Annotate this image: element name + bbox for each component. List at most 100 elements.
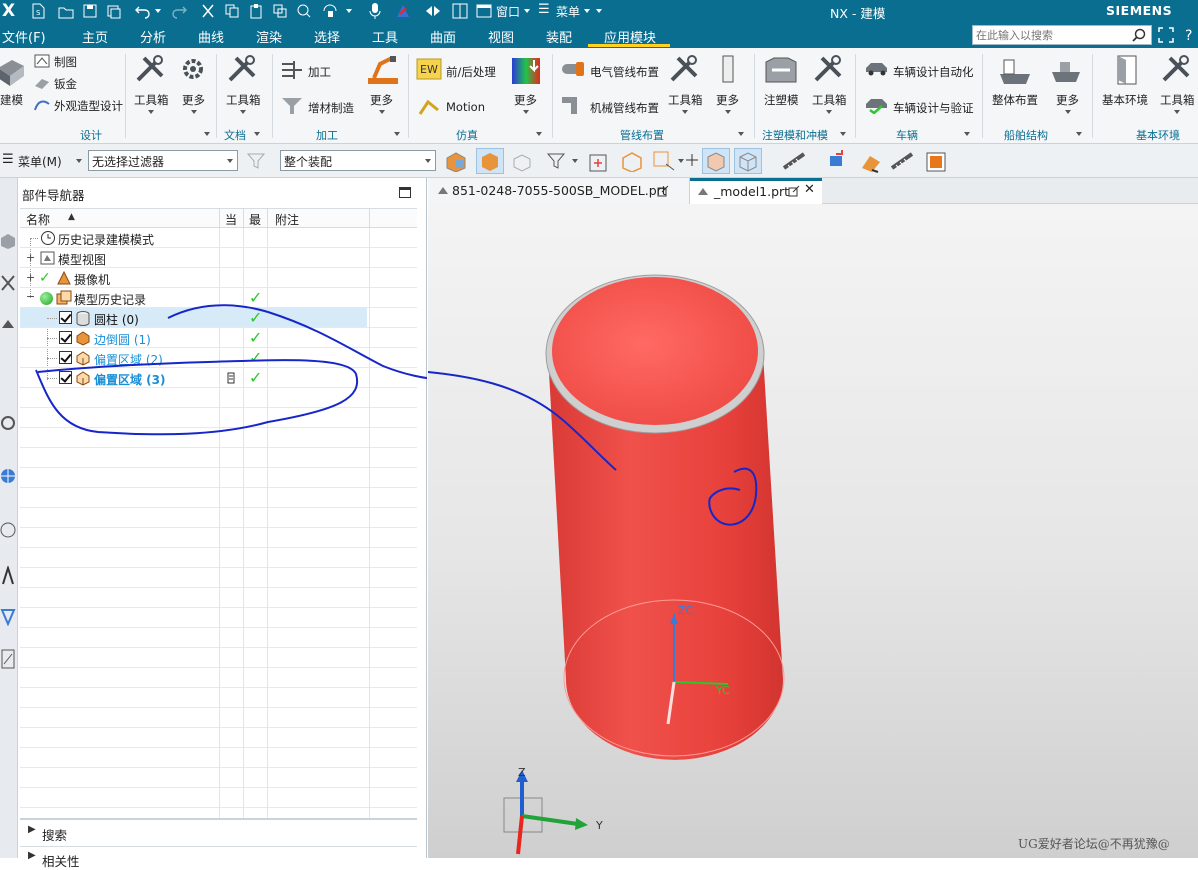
toolbox-1-dropdown[interactable] (148, 110, 154, 114)
select-feature-icon[interactable] (444, 150, 470, 172)
duplicate-icon[interactable] (272, 3, 288, 19)
tree-row-edge-blend[interactable]: 边倒圆 (1) ✓ (20, 328, 417, 348)
group-doc-dropdown[interactable] (254, 132, 260, 136)
more-1-dropdown[interactable] (191, 110, 197, 114)
model-canvas[interactable]: ZC YC Z Y UG爱好者论坛@不再犹豫@ (428, 204, 1198, 858)
tree-row-cylinder[interactable]: 圆柱 (0) ✓ (20, 308, 367, 328)
doc-toolbox-button[interactable]: 工具箱 (226, 92, 261, 108)
resource-reuse-icon[interactable] (0, 414, 16, 432)
undo-dropdown-icon[interactable] (155, 9, 161, 13)
mold-toolbox-dropdown[interactable] (826, 110, 832, 114)
menu-render[interactable]: 渲染 (256, 27, 282, 46)
search-expand-icon[interactable]: ▶ (28, 824, 36, 835)
menu-assembly[interactable]: 装配 (546, 27, 572, 46)
menu-view[interactable]: 视图 (488, 27, 514, 46)
feature-checkbox[interactable] (59, 311, 72, 324)
filter-select[interactable]: 无选择过滤器 (88, 150, 238, 171)
tree-row-history-mode[interactable]: 历史记录建模模式 (20, 228, 417, 248)
column-current-header[interactable]: 当 (225, 211, 237, 228)
group-vehicle-dropdown[interactable] (964, 132, 970, 136)
tree-row-offset-region-3[interactable]: 偏置区域 (3) ✓ (20, 368, 417, 388)
feature-checkbox[interactable] (59, 331, 72, 344)
window-icon[interactable] (476, 3, 492, 19)
cylinder-top-face[interactable] (552, 277, 758, 425)
feature-checkbox[interactable] (59, 351, 72, 364)
mold-button[interactable]: 注塑模 (764, 92, 799, 108)
check-visible-icon[interactable]: ✓ (39, 270, 51, 286)
tab-model-file[interactable]: 851-0248-7055-500SB_MODEL.prt (428, 178, 690, 204)
select-body-toggle[interactable] (476, 148, 504, 174)
resource-assembly-icon[interactable] (0, 316, 16, 334)
search-panel-label[interactable]: 搜索 (42, 825, 67, 844)
feature-checkbox[interactable] (59, 371, 72, 384)
resource-roles-icon[interactable] (0, 566, 16, 586)
group-mold-dropdown[interactable] (840, 132, 846, 136)
tile-window-icon[interactable] (452, 3, 468, 19)
repeat-dropdown-icon[interactable] (346, 9, 352, 13)
redo-icon[interactable] (170, 3, 188, 19)
menu-tools[interactable]: 工具 (372, 27, 398, 46)
related-panel-label[interactable]: 相关性 (42, 851, 80, 870)
touch-mode-icon[interactable] (394, 2, 412, 20)
sheet-metal-button[interactable]: 钣金 (54, 76, 77, 92)
tree-row-offset-region-2[interactable]: 偏置区域 (2) ✓ (20, 348, 417, 368)
routing-toolbox-button[interactable]: 工具箱 (668, 92, 703, 108)
resource-constraint-icon[interactable] (0, 274, 16, 292)
prepost-button[interactable]: 前/后处理 (446, 64, 496, 80)
ruler-icon[interactable] (890, 152, 916, 172)
measure-icon[interactable] (782, 152, 808, 172)
help-icon[interactable]: ? (1184, 27, 1198, 43)
app-logo[interactable]: X (2, 1, 15, 21)
routing-more-dropdown[interactable] (725, 110, 731, 114)
routing-more-button[interactable]: 更多 (716, 92, 739, 108)
close-tab-icon[interactable]: ✕ (804, 182, 815, 197)
column-name-header[interactable]: 名称 (26, 211, 50, 228)
tree-row-camera[interactable]: + ✓ 摄像机 (20, 268, 417, 288)
snap-point-icon[interactable] (586, 151, 610, 173)
collapse-minus-icon[interactable]: − (26, 290, 35, 303)
menu-list-icon[interactable]: ☰ (2, 152, 14, 167)
resource-tools-icon[interactable] (0, 648, 16, 670)
section-view-toggle[interactable] (702, 148, 730, 174)
resource-system-icon[interactable] (0, 606, 16, 626)
sim-more-button[interactable]: 更多 (514, 92, 537, 108)
menu-select[interactable]: 选择 (314, 27, 340, 46)
expand-plus-icon[interactable]: + (26, 271, 35, 284)
tree-row-model-history[interactable]: − 模型历史记录 ✓ (20, 288, 417, 308)
machining-button[interactable]: 加工 (308, 64, 331, 80)
mfg-more-button[interactable]: 更多 (370, 92, 393, 108)
toolbox-button-1[interactable]: 工具箱 (134, 92, 169, 108)
type-filter-icon[interactable] (546, 151, 568, 171)
window-switch-icon[interactable] (424, 3, 442, 19)
electrical-routing-button[interactable]: 电气管线布置 (590, 64, 659, 80)
menu-dropdown-icon[interactable] (584, 9, 590, 13)
copy-icon[interactable] (224, 3, 240, 19)
copy-feature-icon[interactable] (828, 150, 854, 174)
paste-icon[interactable] (248, 3, 264, 19)
undo-icon[interactable] (134, 3, 152, 19)
basic-toolbox-button[interactable]: 工具箱 (1160, 92, 1195, 108)
basic-env-button[interactable]: 基本环境 (1102, 92, 1148, 108)
move-object-icon[interactable] (858, 150, 884, 174)
ship-more-dropdown[interactable] (1065, 110, 1071, 114)
ship-layout-button[interactable]: 整体布置 (992, 92, 1038, 108)
vehicle-verify-button[interactable]: 车辆设计与验证 (893, 100, 974, 116)
box-select-dropdown[interactable] (678, 159, 684, 163)
menu-file[interactable]: 文件(F) (2, 27, 46, 46)
customize-dropdown-icon[interactable] (596, 9, 602, 13)
select-face-icon[interactable] (510, 151, 534, 173)
vehicle-automation-button[interactable]: 车辆设计自动化 (893, 64, 974, 80)
graphics-window[interactable]: 851-0248-7055-500SB_MODEL.prt _model1.pr… (428, 178, 1198, 858)
styling-button[interactable]: 外观造型设计 (54, 98, 123, 114)
menu-surface[interactable]: 曲面 (430, 27, 456, 46)
basic-toolbox-dropdown[interactable] (1174, 110, 1180, 114)
doc-toolbox-dropdown[interactable] (240, 110, 246, 114)
mold-toolbox-button[interactable]: 工具箱 (812, 92, 847, 108)
search-icon[interactable] (1132, 28, 1146, 42)
sim-more-dropdown[interactable] (523, 110, 529, 114)
box-select-icon[interactable] (652, 150, 676, 172)
repeat-command-icon[interactable] (322, 3, 338, 19)
fullscreen-icon[interactable] (1158, 27, 1174, 43)
hamburger-icon[interactable]: ☰ (538, 2, 550, 17)
save-icon[interactable] (82, 3, 98, 19)
